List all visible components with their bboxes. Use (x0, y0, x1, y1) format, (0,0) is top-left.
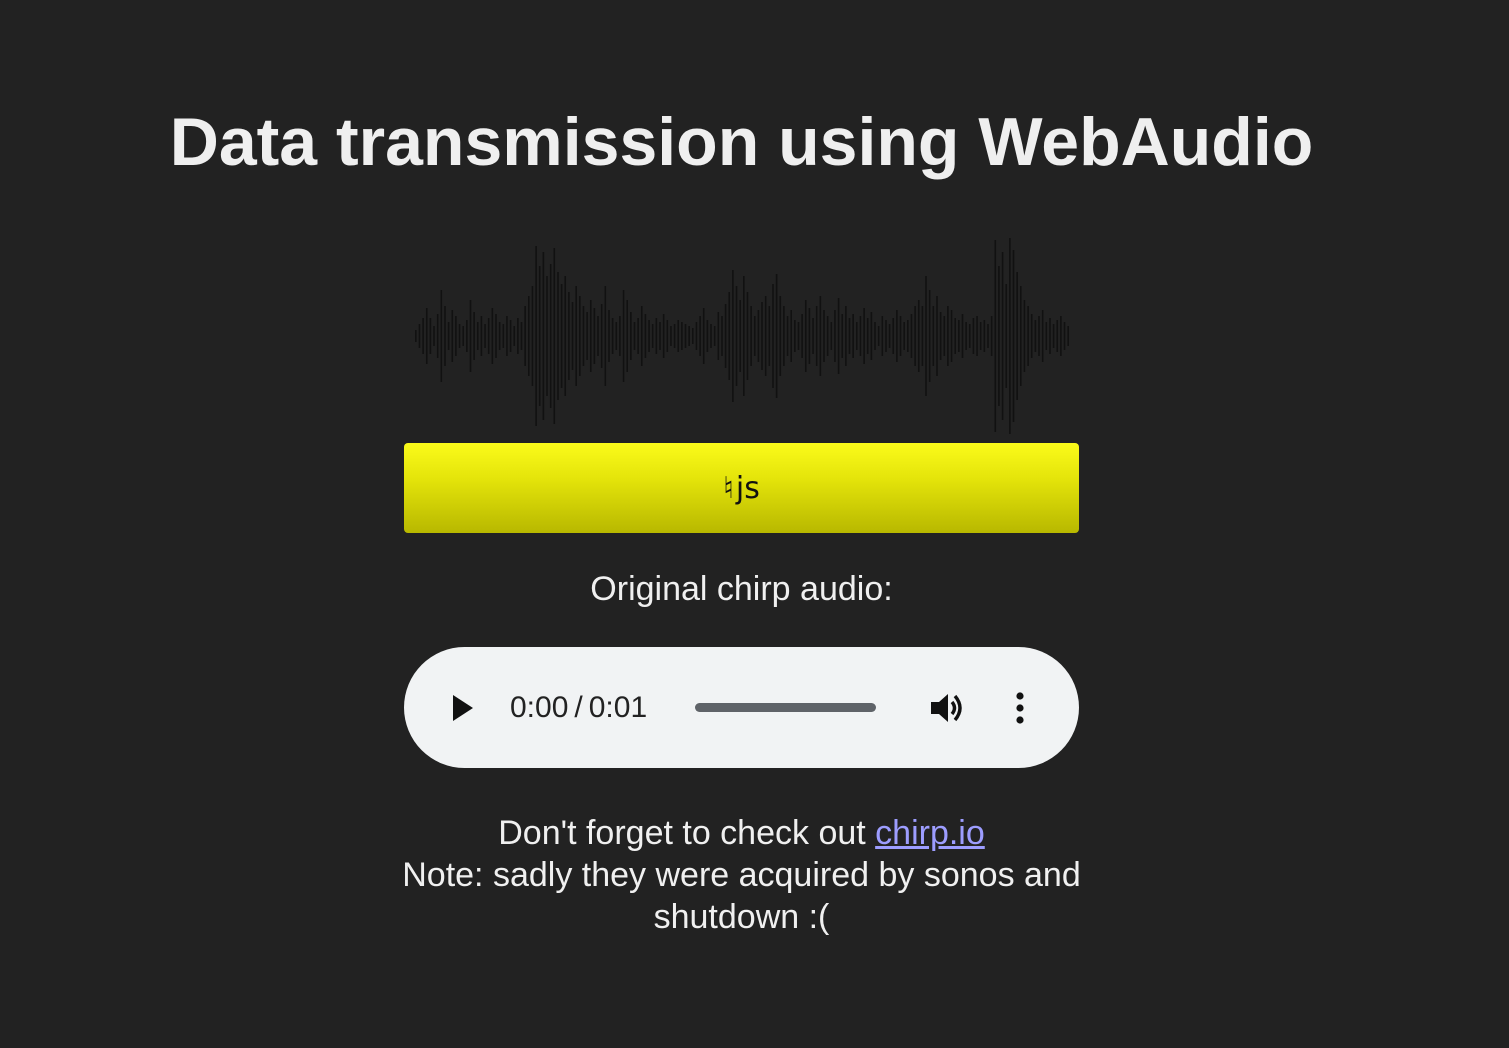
page-title: Data transmission using WebAudio (169, 104, 1314, 180)
shutdown-note: Note: sadly they were acquired by sonos … (402, 856, 1081, 936)
chirp-button-label: js (735, 470, 760, 506)
chirp-transmit-button[interactable]: ♮ js (404, 443, 1079, 533)
duration: 0:01 (588, 691, 648, 724)
play-icon (453, 695, 473, 721)
current-time: 0:00 (510, 691, 569, 724)
volume-button[interactable] (926, 688, 970, 728)
waveform-visualization (415, 238, 1069, 434)
audio-caption: Original chirp audio: (590, 570, 893, 608)
more-options-button[interactable] (1004, 688, 1036, 728)
natural-sign-icon: ♮ (723, 470, 734, 506)
chirp-promo-line: Don't forget to check out chirp.io (0, 812, 1483, 854)
play-button[interactable] (440, 690, 486, 726)
page: Data transmission using WebAudio ♮ js Ori… (0, 0, 1509, 1048)
time-display: 0:00/0:01 (510, 688, 647, 728)
volume-icon (931, 694, 962, 722)
time-separator: / (574, 691, 583, 724)
promo-text: Don't forget to check out (498, 814, 876, 852)
more-vert-icon (1016, 692, 1024, 724)
footer: Don't forget to check out chirp.io Note:… (0, 812, 1483, 938)
seek-slider[interactable] (695, 703, 876, 712)
chirp-link[interactable]: chirp.io (875, 814, 985, 852)
